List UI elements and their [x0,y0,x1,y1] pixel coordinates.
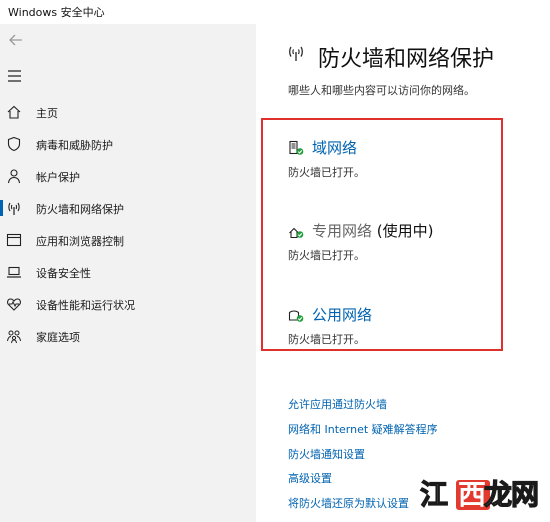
menu-button[interactable] [7,68,23,82]
svg-text:西: 西 [458,478,486,511]
restore-firewall-defaults-link[interactable]: 将防火墙还原为默认设置 [288,495,409,511]
laptop-icon [7,266,21,278]
heart-pulse-icon [7,298,21,311]
allow-app-through-firewall-link[interactable]: 允许应用通过防火墙 [288,396,387,412]
person-icon [7,169,21,184]
private-network-name: 专用网络 [312,222,373,240]
home-icon [7,105,21,119]
sidebar-item-firewall[interactable]: 防火墙和网络保护 [0,194,256,224]
hamburger-icon [8,70,21,82]
wifi-antenna-icon [289,46,303,61]
page-description: 哪些人和哪些内容可以访问你的网络。 [288,84,475,97]
sidebar-item-label: 帐户保护 [36,171,80,184]
domain-network-link[interactable]: 域网络 [312,137,357,158]
page-title: 防火墙和网络保护 [318,47,495,72]
private-network-status: 防火墙已打开。 [288,249,365,262]
sidebar-item-device-performance[interactable]: 设备性能和运行状况 [0,290,256,320]
active-indicator [0,200,3,216]
sidebar-item-virus-protection[interactable]: 病毒和威胁防护 [0,130,256,160]
private-network-link[interactable]: 专用网络 (使用中) [312,220,434,241]
in-use-tag: (使用中) [372,222,434,240]
public-network-icon [288,310,304,322]
domain-network-status: 防火墙已打开。 [288,166,365,179]
sidebar-item-label: 主页 [36,107,58,120]
shield-icon [7,136,21,152]
sidebar-item-account-protection[interactable]: 帐户保护 [0,162,256,192]
svg-text:龙: 龙 [484,478,512,511]
sidebar-item-app-browser-control[interactable]: 应用和浏览器控制 [0,226,256,256]
window-title: Windows 安全中心 [8,6,105,19]
sidebar-item-label: 病毒和威胁防护 [36,139,113,152]
sidebar-item-label: 设备安全性 [36,267,91,280]
domain-network-icon [289,140,304,155]
sidebar-item-device-security[interactable]: 设备安全性 [0,258,256,288]
sidebar-item-label: 防火墙和网络保护 [36,203,124,216]
sidebar-item-family-options[interactable]: 家庭选项 [0,322,256,352]
sidebar-item-label: 设备性能和运行状况 [36,299,135,312]
watermark-logo: 江 西 龙 网 [419,477,539,511]
firewall-notification-settings-link[interactable]: 防火墙通知设置 [288,446,365,462]
sidebar-item-label: 应用和浏览器控制 [36,235,124,248]
family-icon [7,330,21,344]
title-bar: Windows 安全中心 [0,0,550,24]
advanced-settings-link[interactable]: 高级设置 [288,470,332,486]
svg-text:网: 网 [511,478,539,511]
private-network-icon [289,227,304,239]
public-network-link[interactable]: 公用网络 [312,304,372,325]
browser-window-icon [6,233,22,247]
sidebar-item-home[interactable]: 主页 [0,98,256,128]
network-troubleshooter-link[interactable]: 网络和 Internet 疑难解答程序 [288,421,438,437]
svg-text:江: 江 [420,478,448,511]
wifi-antenna-icon [8,202,20,215]
back-button[interactable] [6,30,26,50]
sidebar-item-label: 家庭选项 [36,331,80,344]
back-arrow-icon [9,34,22,46]
public-network-status: 防火墙已打开。 [288,333,365,346]
